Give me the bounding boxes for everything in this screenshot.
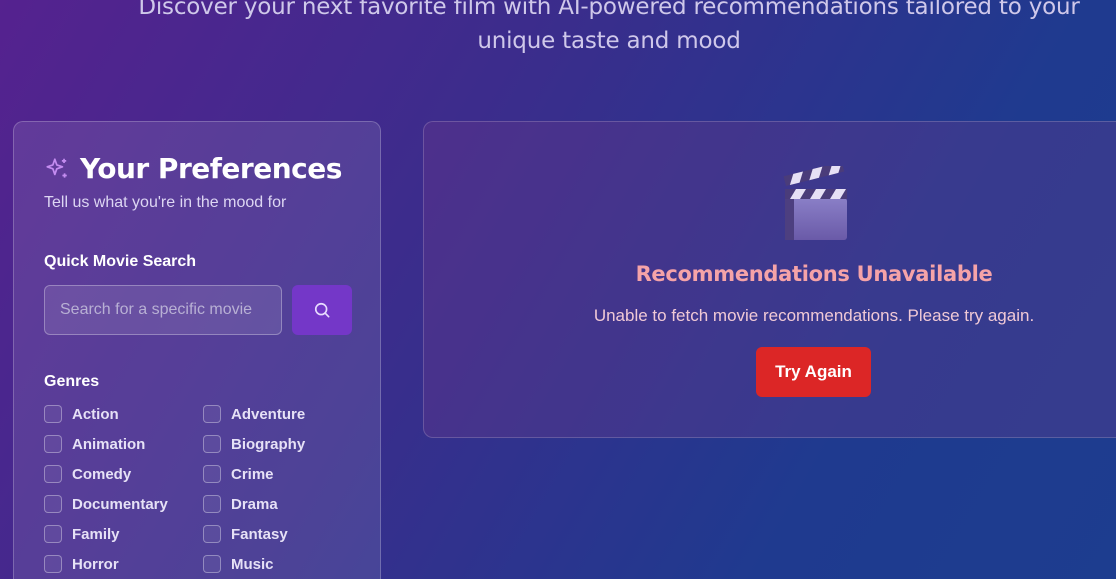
- checkbox[interactable]: [44, 435, 62, 453]
- genre-action[interactable]: Action: [44, 405, 119, 423]
- preferences-subtitle: Tell us what you're in the mood for: [44, 194, 287, 211]
- search-button[interactable]: [292, 285, 352, 335]
- genre-animation[interactable]: Animation: [44, 435, 145, 453]
- preferences-title: Your Preferences: [44, 152, 342, 185]
- checkbox[interactable]: [44, 405, 62, 423]
- quick-search-label: Quick Movie Search: [44, 253, 197, 270]
- try-again-button[interactable]: Try Again: [756, 347, 871, 397]
- genres-label: Genres: [44, 373, 100, 390]
- recommendations-error-title: Recommendations Unavailable: [635, 262, 993, 286]
- genre-label: Music: [231, 555, 274, 573]
- checkbox[interactable]: [44, 495, 62, 513]
- genre-label: Crime: [231, 465, 274, 483]
- genre-biography[interactable]: Biography: [203, 435, 305, 453]
- genre-drama[interactable]: Drama: [203, 495, 278, 513]
- movie-search-input[interactable]: [44, 285, 282, 335]
- genre-label: Documentary: [72, 495, 168, 513]
- genre-label: Adventure: [231, 405, 306, 423]
- checkbox[interactable]: [203, 495, 221, 513]
- sparkles-icon: [46, 157, 67, 178]
- preferences-panel: Your Preferences Tell us what you're in …: [13, 121, 381, 579]
- checkbox[interactable]: [203, 465, 221, 483]
- recommendations-error-message: Unable to fetch movie recommendations. P…: [593, 306, 1035, 325]
- checkbox[interactable]: [203, 525, 221, 543]
- genre-label: Family: [72, 525, 120, 543]
- genre-label: Fantasy: [231, 525, 288, 543]
- checkbox[interactable]: [44, 555, 62, 573]
- genre-fantasy[interactable]: Fantasy: [203, 525, 288, 543]
- clapperboard-icon: [783, 166, 847, 240]
- checkbox[interactable]: [203, 555, 221, 573]
- checkbox[interactable]: [44, 525, 62, 543]
- subtitle-line-1: Discover your next favorite film with AI…: [138, 0, 1080, 20]
- genre-music[interactable]: Music: [203, 555, 274, 573]
- search-icon: [314, 302, 330, 318]
- genre-label: Drama: [231, 495, 278, 513]
- checkbox[interactable]: [203, 435, 221, 453]
- recommendations-panel: Recommendations Unavailable Unable to fe…: [423, 121, 1116, 438]
- checkbox[interactable]: [44, 465, 62, 483]
- genre-label: Action: [72, 405, 119, 423]
- preferences-title-text: Your Preferences: [80, 152, 342, 185]
- subtitle-line-2: unique taste and mood: [477, 28, 741, 54]
- genre-documentary[interactable]: Documentary: [44, 495, 168, 513]
- genre-label: Animation: [72, 435, 146, 453]
- genre-label: Horror: [72, 555, 119, 573]
- genre-comedy[interactable]: Comedy: [44, 465, 131, 483]
- genre-label: Biography: [231, 435, 306, 453]
- checkbox[interactable]: [203, 405, 221, 423]
- genre-adventure[interactable]: Adventure: [203, 405, 305, 423]
- genre-label: Comedy: [72, 465, 132, 483]
- genre-crime[interactable]: Crime: [203, 465, 274, 483]
- genre-family[interactable]: Family: [44, 525, 120, 543]
- genre-horror[interactable]: Horror: [44, 555, 119, 573]
- page-subtitle: Discover your next favorite film with AI…: [0, 0, 1116, 58]
